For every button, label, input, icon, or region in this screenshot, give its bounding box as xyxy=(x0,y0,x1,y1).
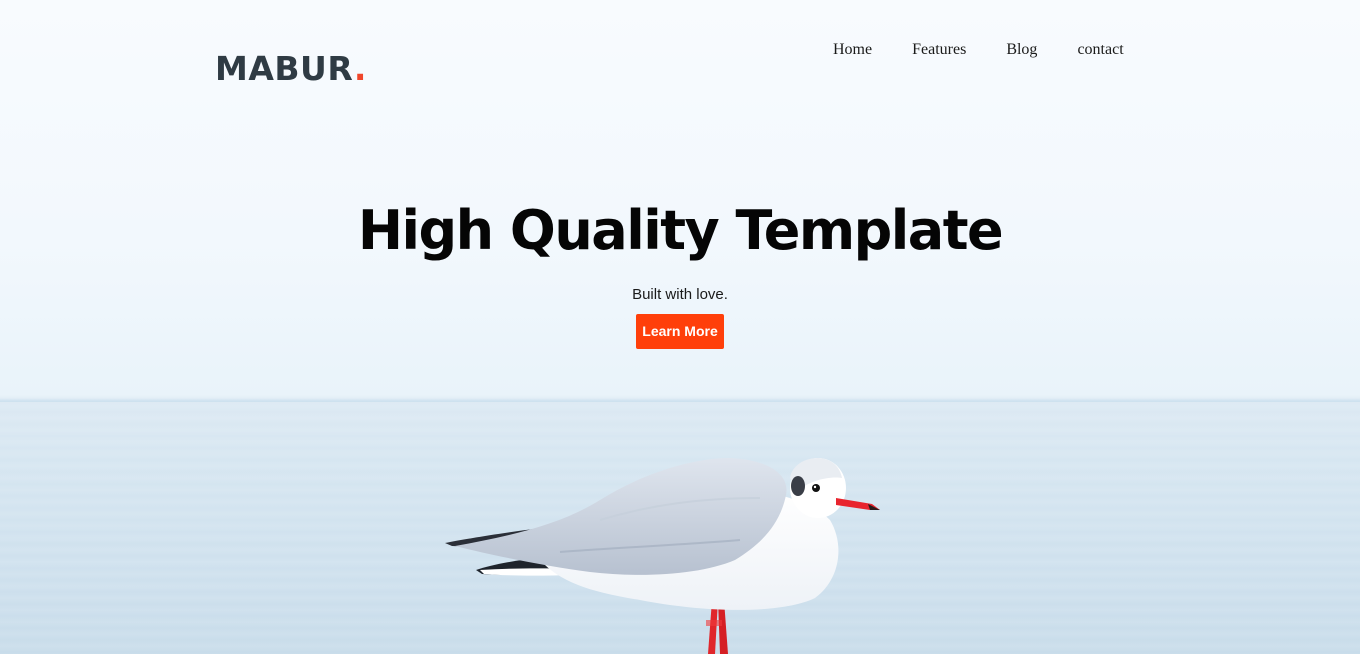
main-nav: Home Features Blog contact xyxy=(813,38,1144,62)
learn-more-button[interactable]: Learn More xyxy=(636,314,724,349)
logo-dot: . xyxy=(353,49,367,88)
hero-subtitle: Built with love. xyxy=(632,286,728,303)
hero-title: High Quality Template xyxy=(357,199,1004,262)
site-logo[interactable]: MABUR. xyxy=(215,47,367,91)
nav-item-features[interactable]: Features xyxy=(892,38,986,62)
logo-text: MABUR xyxy=(215,49,354,88)
nav-item-home[interactable]: Home xyxy=(813,38,892,62)
sea-background xyxy=(0,400,1360,654)
nav-item-blog[interactable]: Blog xyxy=(986,38,1057,62)
nav-item-contact[interactable]: contact xyxy=(1057,38,1143,62)
